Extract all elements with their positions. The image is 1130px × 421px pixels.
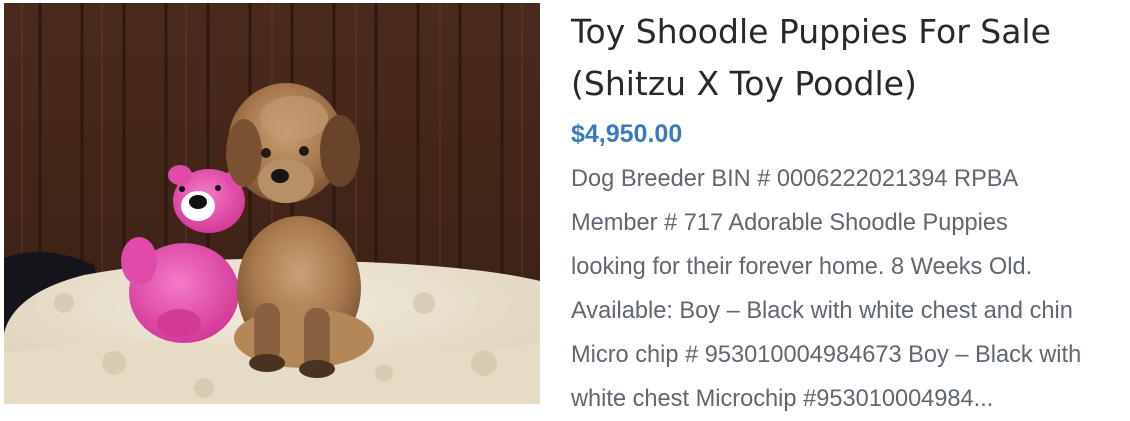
product-description: Dog Breeder BIN # 0006222021394 RPBA Mem…	[571, 166, 1082, 412]
product-info: Toy Shoodle Puppies For Sale (Shitzu X T…	[571, 6, 1127, 421]
product-price: $4,950.00	[571, 120, 683, 148]
product-title[interactable]: Toy Shoodle Puppies For Sale (Shitzu X T…	[571, 6, 1127, 110]
product-card: Toy Shoodle Puppies For Sale (Shitzu X T…	[0, 0, 1130, 416]
puppy-photo	[4, 3, 540, 404]
product-image[interactable]	[4, 3, 540, 404]
